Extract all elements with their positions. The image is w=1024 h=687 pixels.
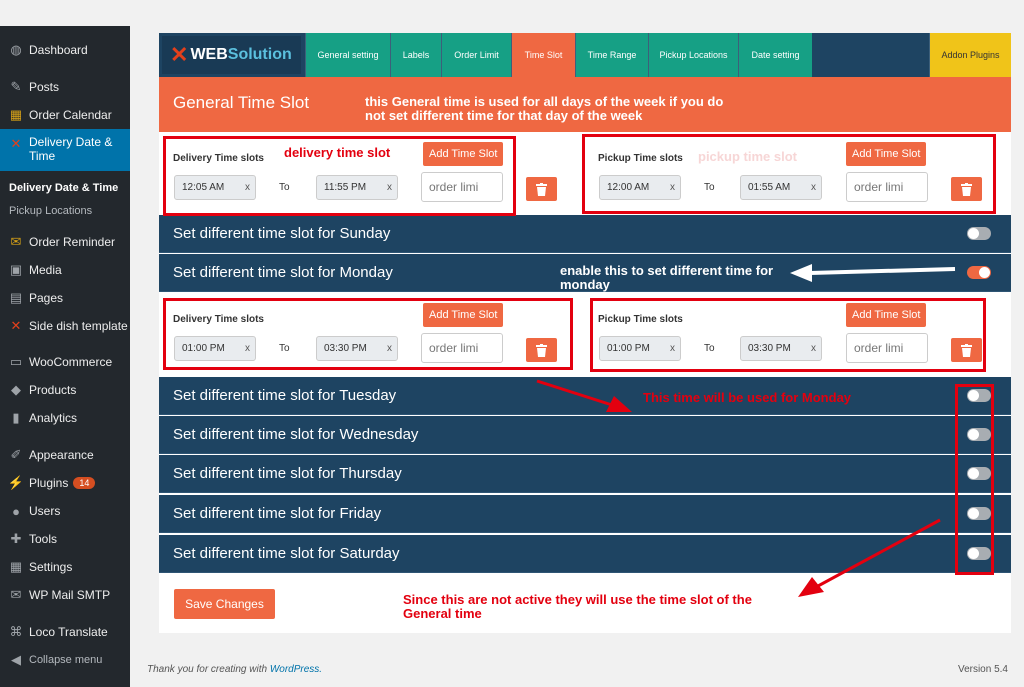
wordpress-link[interactable]: WordPress. (270, 664, 322, 675)
footer-thanks: Thank you for creating with (147, 664, 268, 675)
version-label: Version 5.4 (957, 664, 1008, 675)
arrow-to-monday-toggle (790, 264, 956, 282)
annotation-arrows (536, 264, 956, 597)
arrow-to-inactive-toggles (798, 518, 941, 597)
arrow-to-monday-slots (536, 379, 632, 412)
admin-footer: Thank you for creating with WordPress. (147, 664, 322, 675)
